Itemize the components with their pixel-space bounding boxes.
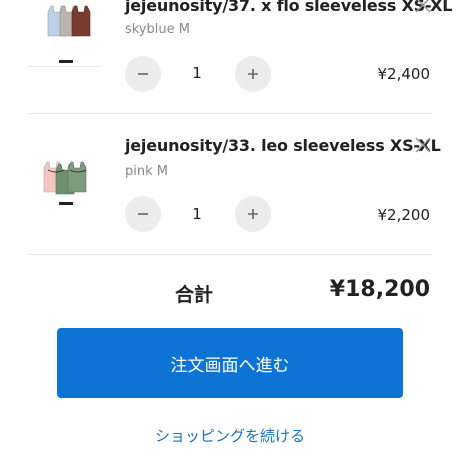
total-divider (28, 254, 432, 255)
tank-top-shape (43, 161, 87, 195)
decrease-quantity-button[interactable] (125, 196, 161, 232)
product-variant: skyblue M (125, 22, 190, 37)
increase-quantity-button[interactable] (235, 56, 271, 92)
thumbnail-divider (28, 66, 102, 67)
close-icon[interactable] (414, 0, 432, 14)
item-price: ¥2,400 (377, 65, 431, 83)
total-value: ¥18,200 (329, 277, 430, 302)
checkout-button[interactable]: 注文画面へ進む (57, 328, 403, 398)
tank-top-shape (47, 5, 91, 37)
plus-icon (248, 69, 258, 79)
plus-icon (248, 209, 258, 219)
product-title[interactable]: jejeunosity/37. x flo sleeveless XS-XL (125, 0, 452, 15)
continue-shopping-link[interactable]: ショッピングを続ける (0, 425, 460, 446)
total-label: 合計 (175, 284, 214, 306)
checkout-button-label: 注文画面へ進む (170, 355, 290, 376)
close-icon[interactable] (414, 136, 432, 154)
product-thumbnail[interactable] (30, 152, 102, 224)
quantity-value: 1 (192, 205, 202, 223)
minus-icon (138, 213, 148, 215)
product-variant: pink M (125, 164, 168, 179)
product-title[interactable]: jejeunosity/33. leo sleeveless XS-XL (125, 136, 441, 155)
cart-item: jejeunosity/33. leo sleeveless XS-XL pin… (0, 114, 460, 254)
thumbnail-indicator (59, 60, 73, 63)
quantity-value: 1 (192, 64, 202, 82)
thumbnail-indicator (59, 202, 73, 205)
increase-quantity-button[interactable] (235, 196, 271, 232)
item-price: ¥2,200 (377, 206, 431, 224)
minus-icon (138, 73, 148, 75)
decrease-quantity-button[interactable] (125, 56, 161, 92)
cart-page: jejeunosity/37. x flo sleeveless XS-XL s… (0, 0, 460, 460)
cart-item: jejeunosity/37. x flo sleeveless XS-XL s… (0, 0, 460, 114)
